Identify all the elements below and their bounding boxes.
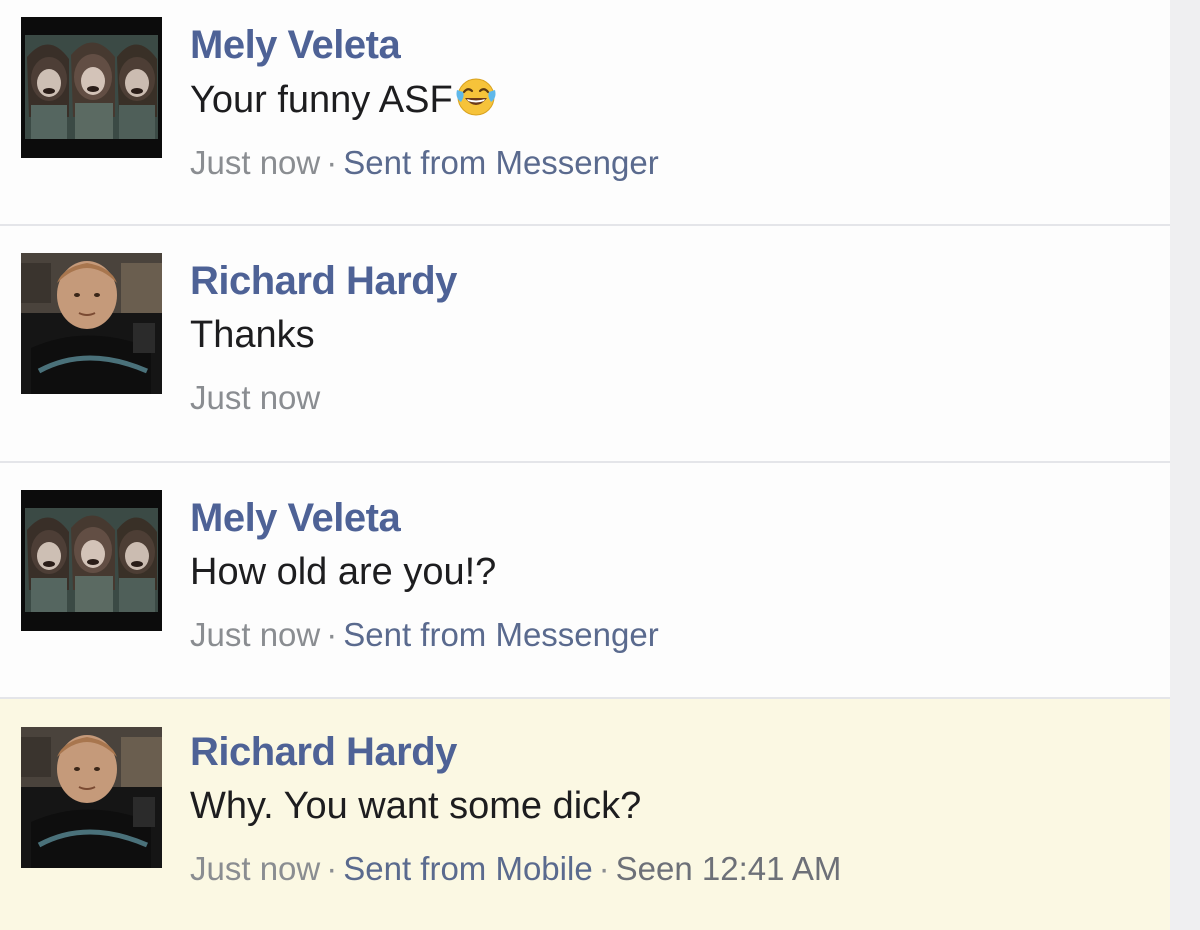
message-item[interactable]: Mely Veleta Your funny ASF Just now · Sent… — [0, 0, 1170, 226]
seen-status: Seen 12:41 AM — [615, 850, 842, 887]
boy-photo-avatar-icon — [21, 727, 162, 868]
source-label[interactable]: Sent from Mobile — [343, 850, 592, 887]
message-item-highlighted[interactable]: Richard Hardy Why. You want some dick? J… — [0, 699, 1170, 930]
group-photo-avatar-icon — [21, 17, 162, 158]
avatar[interactable] — [21, 253, 162, 394]
message-item[interactable]: Mely Veleta How old are you!? Just now · S… — [0, 463, 1170, 699]
message-thread: Mely Veleta Your funny ASF Just now · Sent… — [0, 0, 1170, 930]
timestamp[interactable]: Just now — [190, 850, 320, 887]
timestamp[interactable]: Just now — [190, 379, 320, 416]
message-text: Thanks — [190, 314, 315, 356]
message-item[interactable]: Richard Hardy Thanks Just now — [0, 226, 1170, 463]
avatar[interactable] — [21, 17, 162, 158]
source-label[interactable]: Sent from Messenger — [343, 616, 658, 653]
message-meta: Just now — [190, 378, 1150, 418]
timestamp[interactable]: Just now — [190, 616, 320, 653]
message-meta: Just now · Sent from Messenger — [190, 615, 1150, 655]
source-label[interactable]: Sent from Messenger — [343, 144, 658, 181]
scrollbar-track[interactable] — [1170, 0, 1200, 930]
sender-name[interactable]: Mely Veleta — [190, 495, 1150, 541]
message-meta: Just now · Sent from Messenger — [190, 143, 1150, 183]
face-with-tears-of-joy-icon — [456, 78, 496, 116]
message-text: Why. You want some dick? — [190, 785, 642, 827]
sender-name[interactable]: Mely Veleta — [190, 22, 1150, 68]
separator: · — [598, 850, 610, 887]
sender-name[interactable]: Richard Hardy — [190, 258, 1150, 304]
separator: · — [326, 144, 338, 181]
timestamp[interactable]: Just now — [190, 144, 320, 181]
group-photo-avatar-icon — [21, 490, 162, 631]
boy-photo-avatar-icon — [21, 253, 162, 394]
avatar[interactable] — [21, 727, 162, 868]
message-text: Your funny ASF — [190, 76, 1150, 123]
avatar[interactable] — [21, 490, 162, 631]
separator: · — [326, 616, 338, 653]
separator: · — [326, 850, 338, 887]
message-meta: Just now · Sent from Mobile · Seen 12:41 AM — [190, 849, 1150, 889]
sender-name[interactable]: Richard Hardy — [190, 729, 1150, 775]
message-text: How old are you!? — [190, 551, 497, 593]
